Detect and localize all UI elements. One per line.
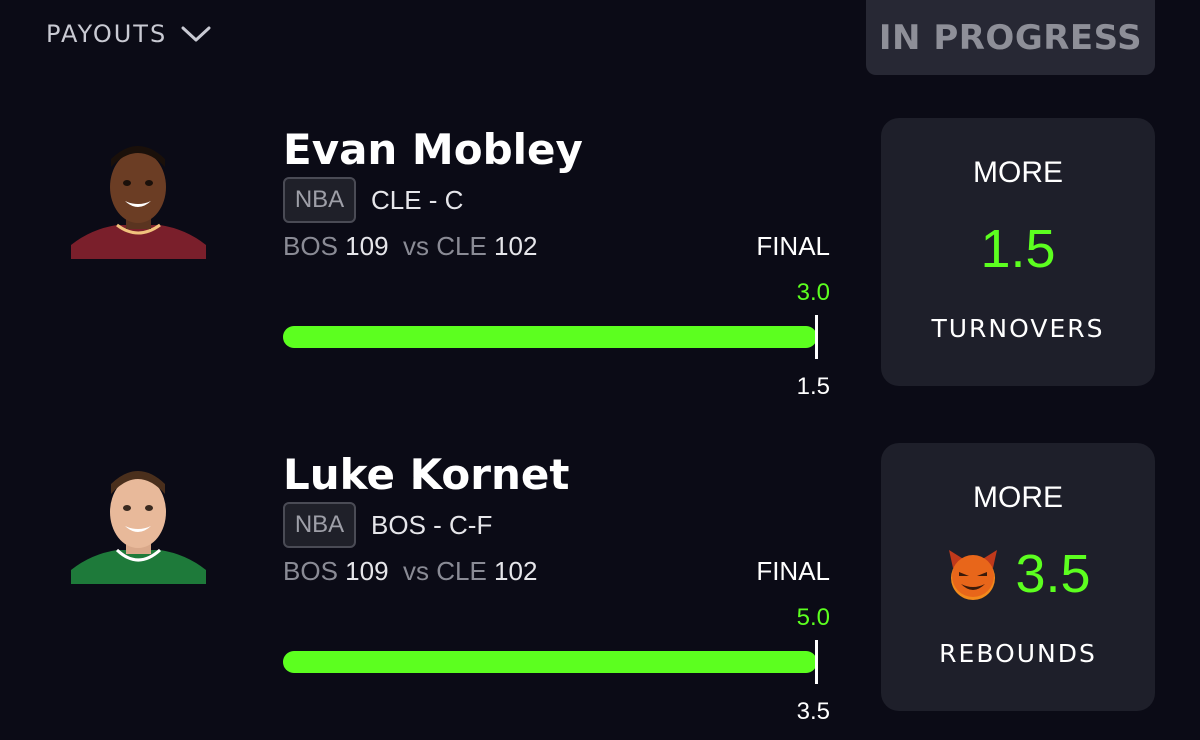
- line-marker: [815, 640, 818, 684]
- player-avatar: [71, 462, 206, 584]
- line-value: 3.5: [796, 698, 830, 725]
- pick-line-wrap: 3.5: [881, 543, 1155, 605]
- progress-fill: [283, 651, 817, 673]
- game-score: BOS 109 vs CLE 102: [283, 556, 537, 587]
- league-badge: NBA: [283, 502, 356, 548]
- payouts-label: PAYOUTS: [46, 20, 168, 48]
- team-position: BOS - C-F: [371, 510, 493, 540]
- pick-line: 3.5: [1015, 544, 1091, 604]
- payouts-dropdown[interactable]: PAYOUTS: [46, 20, 211, 48]
- devil-emoji-icon: [945, 546, 1001, 602]
- progress-bar: [283, 651, 817, 673]
- team2-score: 102: [494, 231, 538, 261]
- pick-line-wrap: 1.5: [881, 218, 1155, 280]
- league-badge: NBA: [283, 177, 356, 223]
- pick-row: Evan Mobley NBA CLE - C BOS 109 vs CLE 1…: [0, 118, 1200, 400]
- game-status: FINAL: [756, 556, 830, 586]
- player-name[interactable]: Luke Kornet: [283, 450, 569, 499]
- chevron-down-icon: [181, 25, 211, 43]
- pick-line: 1.5: [980, 219, 1056, 279]
- game-score: BOS 109 vs CLE 102: [283, 231, 537, 262]
- pick-direction: MORE: [973, 156, 1063, 189]
- team1-score: 109: [345, 231, 389, 261]
- pick-row: Luke Kornet NBA BOS - C-F BOS 109 vs CLE…: [0, 443, 1200, 725]
- pick-card[interactable]: MORE 3.5 REBOUNDS: [881, 443, 1155, 711]
- line-value: 1.5: [796, 373, 830, 400]
- team1-abbr: BOS: [283, 556, 338, 586]
- player-name[interactable]: Evan Mobley: [283, 125, 583, 174]
- team1-score: 109: [345, 556, 389, 586]
- team2-score: 102: [494, 556, 538, 586]
- pick-direction: MORE: [973, 481, 1063, 514]
- game-status: FINAL: [756, 231, 830, 261]
- line-marker: [815, 315, 818, 359]
- actual-value: 3.0: [796, 279, 830, 306]
- status-badge: IN PROGRESS: [866, 0, 1155, 75]
- player-avatar: [71, 137, 206, 259]
- vs-label: vs: [403, 556, 429, 586]
- vs-label: vs: [403, 231, 429, 261]
- team2-abbr: CLE: [436, 556, 487, 586]
- pick-stat: REBOUNDS: [939, 639, 1097, 668]
- actual-value: 5.0: [796, 604, 830, 631]
- team-position: CLE - C: [371, 185, 464, 215]
- team2-abbr: CLE: [436, 231, 487, 261]
- pick-stat: TURNOVERS: [931, 314, 1105, 343]
- team1-abbr: BOS: [283, 231, 338, 261]
- pick-card[interactable]: MORE 1.5 TURNOVERS: [881, 118, 1155, 386]
- progress-fill: [283, 326, 817, 348]
- progress-bar: [283, 326, 817, 348]
